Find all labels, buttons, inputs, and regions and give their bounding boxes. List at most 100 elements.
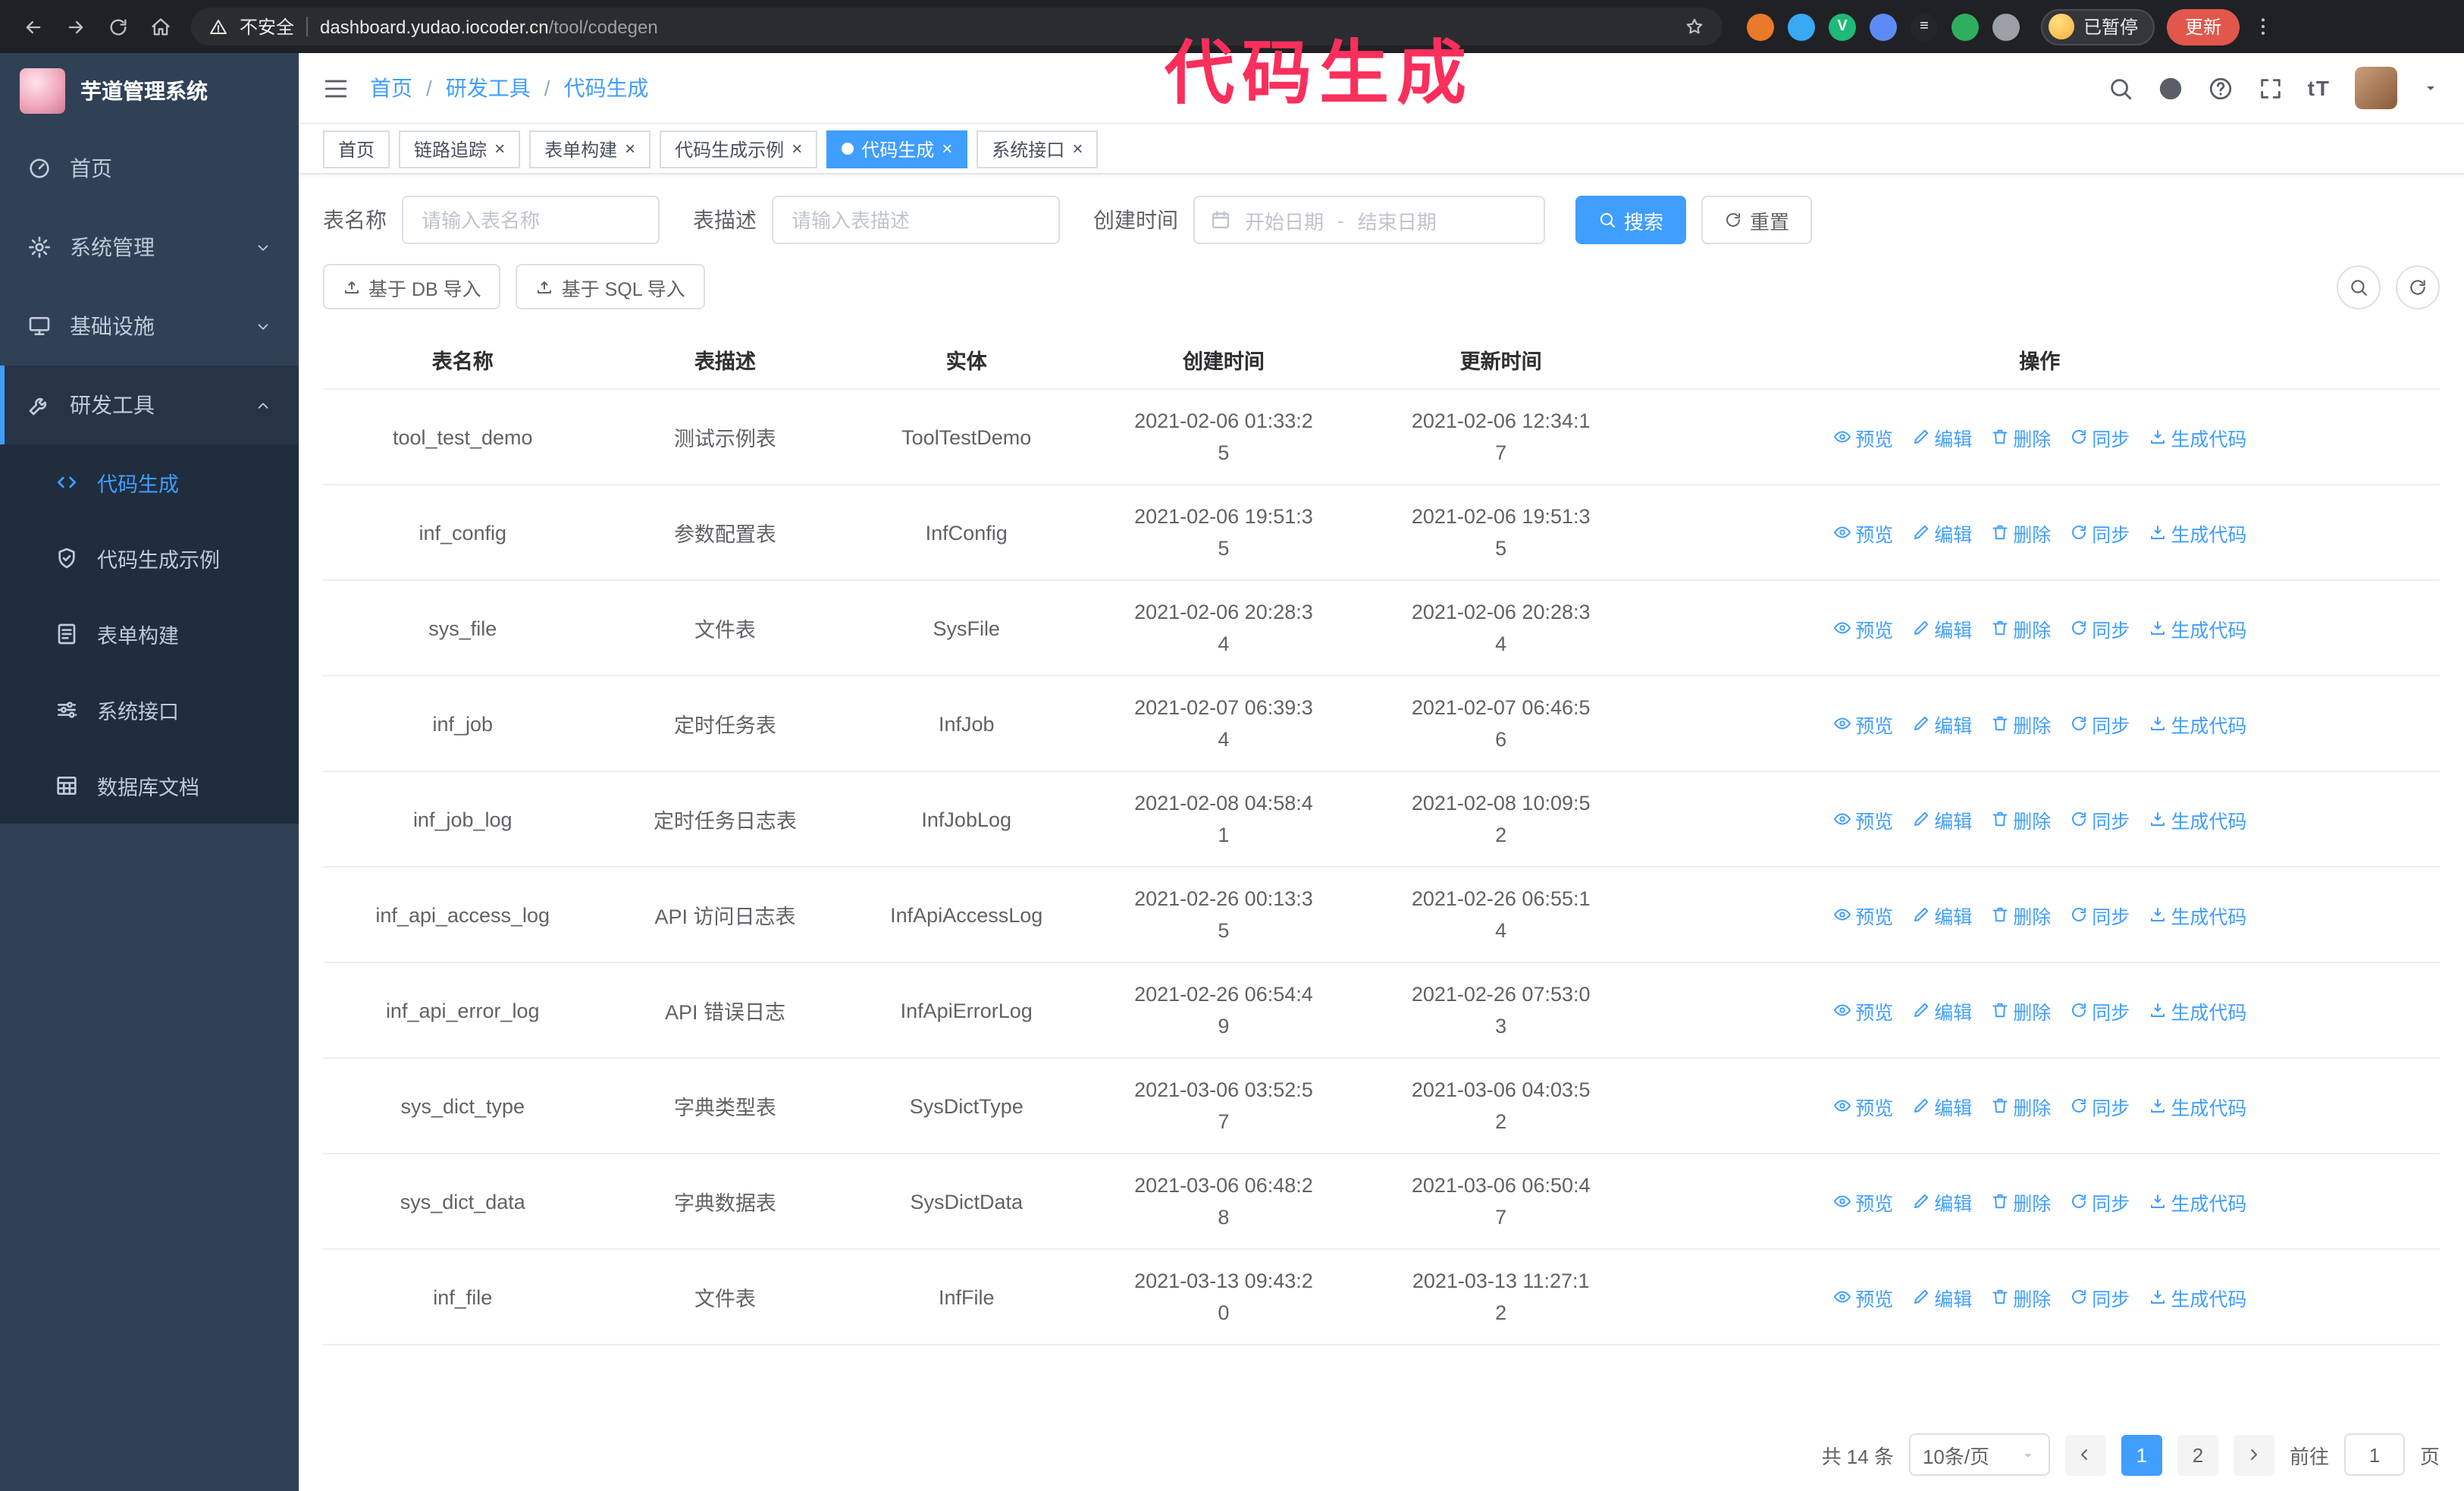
action-delete-link[interactable]: 删除 <box>1990 422 2051 451</box>
search-icon[interactable] <box>2108 75 2133 101</box>
action-generate-link[interactable]: 生成代码 <box>2148 1282 2246 1311</box>
sidebar-subitem-codegen-example[interactable]: 代码生成示例 <box>0 520 299 596</box>
forward-icon[interactable] <box>58 8 94 45</box>
close-icon[interactable]: × <box>792 140 802 158</box>
action-preview-link[interactable]: 预览 <box>1832 518 1893 547</box>
page-size-select[interactable]: 10条/页 <box>1908 1433 2050 1476</box>
browser-update-button[interactable]: 更新 <box>2167 8 2240 45</box>
import-db-button[interactable]: 基于 DB 导入 <box>323 264 501 309</box>
page-button-1[interactable]: 1 <box>2121 1434 2162 1475</box>
sidebar-subitem-db-doc[interactable]: 数据库文档 <box>0 748 299 824</box>
tag-tracing[interactable]: 链路追踪 × <box>399 130 521 168</box>
chevron-down-icon[interactable] <box>2422 79 2440 97</box>
action-delete-link[interactable]: 删除 <box>1990 996 2051 1025</box>
import-sql-button[interactable]: 基于 SQL 导入 <box>516 264 705 309</box>
puzzle-extension-icon[interactable] <box>1992 13 2020 40</box>
fox-extension-icon[interactable] <box>1747 13 1774 40</box>
action-generate-link[interactable]: 生成代码 <box>2148 518 2246 547</box>
action-edit-link[interactable]: 编辑 <box>1911 518 1972 547</box>
fullscreen-icon[interactable] <box>2258 75 2284 101</box>
sidebar-subitem-codegen[interactable]: 代码生成 <box>0 444 299 520</box>
sidebar-subitem-form-builder[interactable]: 表单构建 <box>0 596 299 672</box>
action-sync-link[interactable]: 同步 <box>2069 805 2130 833</box>
action-edit-link[interactable]: 编辑 <box>1911 422 1972 451</box>
action-preview-link[interactable]: 预览 <box>1832 900 1893 929</box>
breadcrumb-item[interactable]: 研发工具 <box>446 73 531 103</box>
sidebar-item-home[interactable]: 首页 <box>0 129 299 208</box>
action-generate-link[interactable]: 生成代码 <box>2148 614 2246 642</box>
reload-icon[interactable] <box>100 8 136 45</box>
create-time-range-picker[interactable]: 开始日期 - 结束日期 <box>1193 196 1545 244</box>
tag-codegen-example[interactable]: 代码生成示例 × <box>660 130 818 168</box>
action-delete-link[interactable]: 删除 <box>1990 805 2051 833</box>
action-generate-link[interactable]: 生成代码 <box>2148 805 2246 833</box>
table-name-input[interactable] <box>402 196 660 244</box>
breadcrumb-item[interactable]: 首页 <box>370 73 412 103</box>
sidebar-item-devtools[interactable]: 研发工具 <box>0 366 299 444</box>
leaf-extension-icon[interactable] <box>1951 13 1979 40</box>
action-edit-link[interactable]: 编辑 <box>1911 614 1972 642</box>
action-delete-link[interactable]: 删除 <box>1990 614 2051 642</box>
tag-api[interactable]: 系统接口 × <box>977 130 1099 168</box>
action-preview-link[interactable]: 预览 <box>1832 709 1893 738</box>
tag-home[interactable]: 首页 <box>323 130 390 168</box>
search-button[interactable]: 搜索 <box>1575 196 1687 244</box>
action-edit-link[interactable]: 编辑 <box>1911 900 1972 929</box>
security-label[interactable]: 不安全 <box>240 14 294 39</box>
action-delete-link[interactable]: 删除 <box>1990 900 2051 929</box>
action-generate-link[interactable]: 生成代码 <box>2148 1091 2246 1120</box>
action-delete-link[interactable]: 删除 <box>1990 709 2051 738</box>
page-button-2[interactable]: 2 <box>2177 1434 2218 1475</box>
action-preview-link[interactable]: 预览 <box>1832 805 1893 833</box>
sidebar-subitem-api[interactable]: 系统接口 <box>0 672 299 748</box>
sidebar-item-infra[interactable]: 基础设施 <box>0 287 299 366</box>
reset-button[interactable]: 重置 <box>1701 196 1813 244</box>
action-delete-link[interactable]: 删除 <box>1990 1282 2051 1311</box>
action-edit-link[interactable]: 编辑 <box>1911 1282 1972 1311</box>
back-icon[interactable] <box>15 8 52 45</box>
action-preview-link[interactable]: 预览 <box>1832 422 1893 451</box>
breadcrumb-item[interactable]: 代码生成 <box>564 73 649 103</box>
app-logo[interactable]: 芋道管理系统 <box>0 53 299 129</box>
action-generate-link[interactable]: 生成代码 <box>2148 1187 2246 1216</box>
next-page-button[interactable] <box>2233 1434 2274 1475</box>
action-sync-link[interactable]: 同步 <box>2069 709 2130 738</box>
action-edit-link[interactable]: 编辑 <box>1911 805 1972 833</box>
action-preview-link[interactable]: 预览 <box>1832 996 1893 1025</box>
action-generate-link[interactable]: 生成代码 <box>2148 709 2246 738</box>
action-sync-link[interactable]: 同步 <box>2069 518 2130 547</box>
github-icon[interactable] <box>2158 75 2183 101</box>
action-sync-link[interactable]: 同步 <box>2069 1187 2130 1216</box>
action-edit-link[interactable]: 编辑 <box>1911 1091 1972 1120</box>
action-generate-link[interactable]: 生成代码 <box>2148 900 2246 929</box>
action-sync-link[interactable]: 同步 <box>2069 1091 2130 1120</box>
action-generate-link[interactable]: 生成代码 <box>2148 422 2246 451</box>
goto-page-input[interactable] <box>2343 1433 2405 1476</box>
tag-codegen[interactable]: 代码生成 × <box>826 130 968 168</box>
home-icon[interactable] <box>143 8 179 45</box>
font-size-icon[interactable]: tT <box>2308 76 2331 100</box>
table-desc-input[interactable] <box>772 196 1060 244</box>
action-preview-link[interactable]: 预览 <box>1832 1282 1893 1311</box>
menu-fold-icon[interactable] <box>323 75 349 101</box>
bookmark-star-icon[interactable] <box>1685 17 1704 36</box>
action-sync-link[interactable]: 同步 <box>2069 422 2130 451</box>
action-preview-link[interactable]: 预览 <box>1832 614 1893 642</box>
action-delete-link[interactable]: 删除 <box>1990 1187 2051 1216</box>
action-sync-link[interactable]: 同步 <box>2069 1282 2130 1311</box>
water-drop-extension-icon[interactable] <box>1788 13 1815 40</box>
user-avatar[interactable] <box>2355 67 2397 109</box>
tag-form-builder[interactable]: 表单构建 × <box>529 130 651 168</box>
toggle-search-button[interactable] <box>2337 265 2381 309</box>
people-extension-icon[interactable] <box>1870 13 1897 40</box>
action-edit-link[interactable]: 编辑 <box>1911 996 1972 1025</box>
help-icon[interactable] <box>2208 75 2234 101</box>
action-sync-link[interactable]: 同步 <box>2069 996 2130 1025</box>
prev-page-button[interactable] <box>2064 1434 2106 1475</box>
action-preview-link[interactable]: 预览 <box>1832 1187 1893 1216</box>
refresh-table-button[interactable] <box>2396 265 2440 309</box>
close-icon[interactable]: × <box>625 140 635 158</box>
action-sync-link[interactable]: 同步 <box>2069 900 2130 929</box>
sidebar-item-system[interactable]: 系统管理 <box>0 208 299 287</box>
url-text[interactable]: dashboard.yudao.iocoder.cn/tool/codegen <box>320 16 658 37</box>
